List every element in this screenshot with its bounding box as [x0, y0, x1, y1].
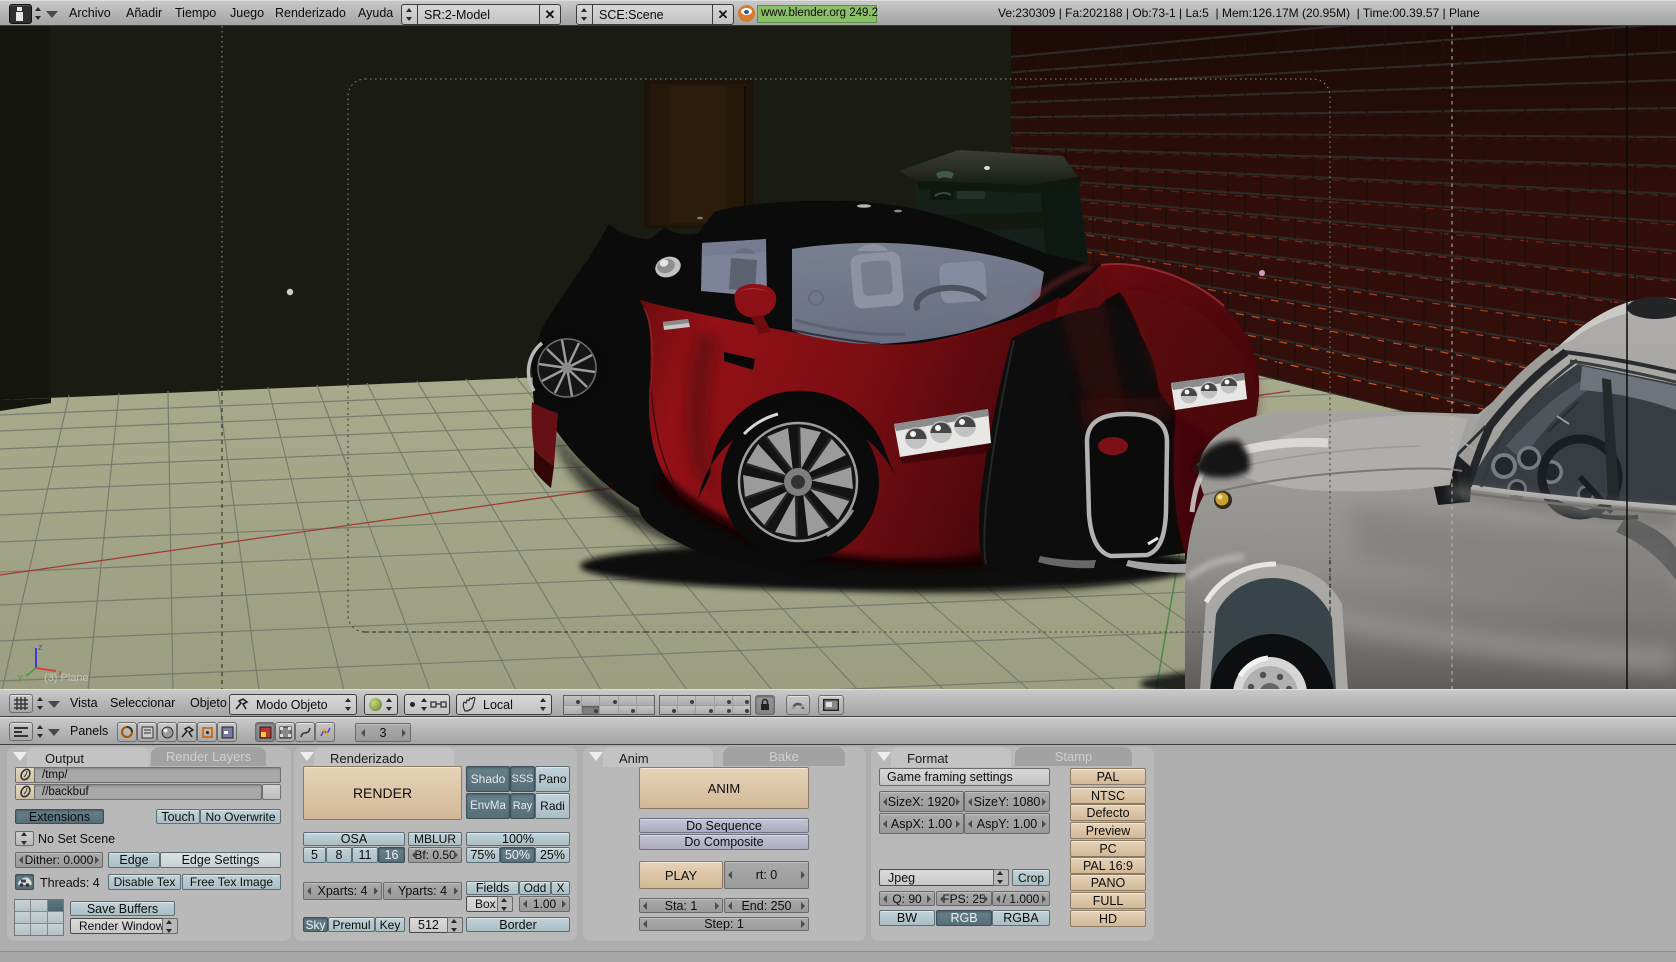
svg-text:z: z: [38, 642, 43, 652]
svg-text:y: y: [18, 672, 23, 682]
svg-text:(3) Plane: (3) Plane: [44, 672, 89, 684]
